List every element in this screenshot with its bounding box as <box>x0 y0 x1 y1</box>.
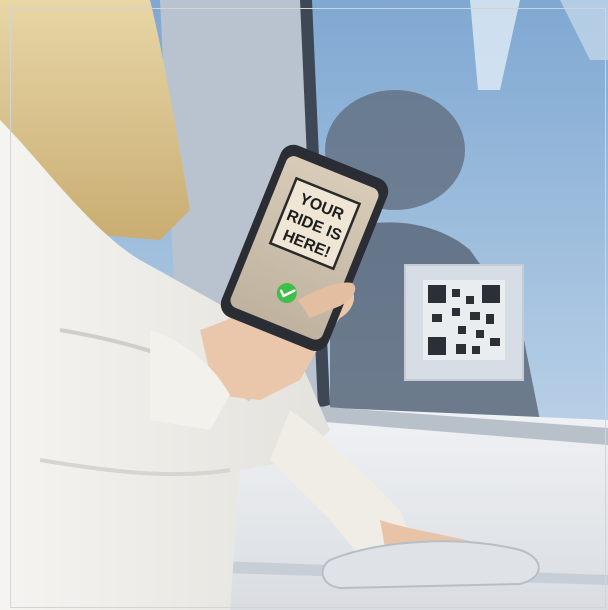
photo-scene: YOUR RIDE IS HERE! <box>0 0 608 610</box>
photo-frame: YOUR RIDE IS HERE! <box>0 0 608 610</box>
qr-code-icon <box>404 264 524 381</box>
